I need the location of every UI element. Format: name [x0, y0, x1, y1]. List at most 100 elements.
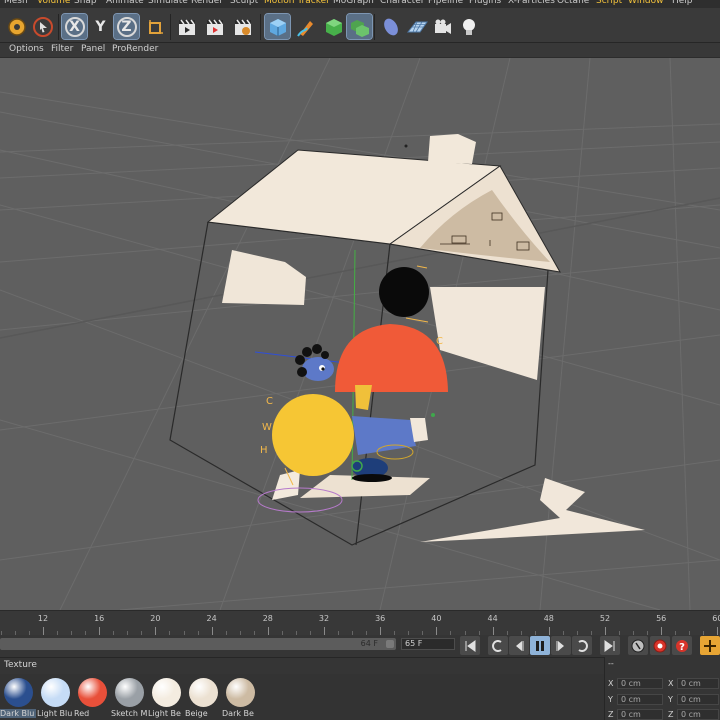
material-manager-header: Texture — [0, 657, 604, 674]
menu-item-character[interactable]: Character — [380, 0, 424, 6]
size-x-field[interactable]: 0 cm — [677, 678, 719, 689]
render-settings-button[interactable] — [230, 14, 255, 39]
menu-item-help[interactable]: Help — [672, 0, 693, 6]
floor-object-button[interactable] — [404, 14, 429, 39]
viewport-menu-panel[interactable]: Panel — [81, 44, 105, 54]
timeline-tick-label: 20 — [150, 614, 161, 623]
x-axis-lock-button[interactable]: X — [61, 13, 88, 40]
coord-x-label: X — [608, 679, 614, 688]
menu-item-sculpt[interactable]: Sculpt — [230, 0, 258, 6]
record-position-button[interactable] — [628, 636, 648, 655]
next-key-icon — [578, 639, 588, 652]
z-axis-lock-button[interactable]: Z — [113, 13, 140, 40]
menu-item-mograph[interactable]: MoGraph — [333, 0, 374, 6]
render-to-picture-viewer-button[interactable] — [202, 14, 227, 39]
go-to-end-button[interactable] — [600, 636, 620, 655]
material-preview-sphere — [115, 678, 144, 707]
subdivision-surface-button[interactable] — [321, 14, 346, 39]
clapboard-icon — [178, 19, 195, 35]
pen-tool-button[interactable] — [293, 14, 318, 39]
cube-primitive-button[interactable] — [264, 13, 291, 40]
position-z-field[interactable]: 0 cm — [617, 709, 663, 720]
frame-range-slider[interactable]: 64 F — [0, 638, 396, 650]
menu-item-mesh[interactable]: Mesh — [4, 0, 28, 6]
live-selection-tool-button[interactable] — [4, 14, 29, 39]
menu-item-octane[interactable]: Octane — [557, 0, 589, 6]
timeline-major-tick — [605, 627, 606, 635]
next-keyframe-button[interactable] — [572, 636, 592, 655]
menu-item-script[interactable]: Script — [596, 0, 622, 6]
material-swatch[interactable]: Dark Be — [222, 676, 258, 720]
transport-bar: 64 F 65 F ? — [0, 635, 720, 657]
previous-frame-button[interactable] — [509, 636, 529, 655]
keyframe-selection-button[interactable] — [700, 636, 720, 655]
timeline-tick-label: 40 — [431, 614, 442, 623]
clapboard-gear-icon — [234, 19, 251, 35]
step-back-icon — [516, 640, 524, 651]
menu-item-render[interactable]: Render — [191, 0, 223, 6]
menu-item-simulate[interactable]: Simulate — [148, 0, 188, 6]
material-preview-sphere — [152, 678, 181, 707]
coordinate-system-button[interactable] — [142, 14, 167, 39]
current-frame-field[interactable]: 65 F — [401, 638, 455, 650]
timeline-major-tick — [492, 627, 494, 635]
timeline-major-tick — [267, 627, 269, 635]
menu-item-plugins[interactable]: Plugins — [469, 0, 501, 6]
question-icon: ? — [676, 639, 688, 653]
next-frame-button[interactable] — [551, 636, 571, 655]
size-y-value: 0 cm — [681, 695, 701, 704]
menu-item-x-particles[interactable]: X-Particles — [508, 0, 555, 6]
size-y-field[interactable]: 0 cm — [677, 694, 719, 705]
menu-item-snap[interactable]: Snap — [74, 0, 97, 6]
menu-item-volume[interactable]: Volume — [37, 0, 70, 6]
viewport-menu-prorender[interactable]: ProRender — [112, 44, 158, 54]
material-swatch[interactable]: Sketch M — [111, 676, 147, 720]
position-x-field[interactable]: 0 cm — [617, 678, 663, 689]
play-pause-button[interactable] — [530, 636, 550, 655]
render-view-button[interactable] — [174, 14, 199, 39]
clapboard-play-icon — [206, 19, 223, 35]
material-menu-texture[interactable]: Texture — [4, 660, 37, 670]
deformer-button[interactable] — [378, 14, 403, 39]
timeline-tick-label: 52 — [599, 614, 611, 623]
record-active-button[interactable] — [650, 636, 670, 655]
material-swatch[interactable]: Beige — [185, 676, 221, 720]
coord-y-label: Y — [608, 695, 613, 704]
material-swatch[interactable]: Red — [74, 676, 110, 720]
red-dome — [335, 324, 448, 392]
move-tool-button[interactable] — [30, 14, 55, 39]
go-to-start-button[interactable] — [460, 636, 480, 655]
bend-icon — [383, 18, 398, 35]
step-forward-icon — [556, 640, 564, 651]
camera-button[interactable] — [430, 14, 455, 39]
material-swatch[interactable]: Light Be — [148, 676, 184, 720]
timeline-ruler[interactable]: 12 16 20 24 28 32 36 40 44 48 52 56 60 — [0, 610, 720, 635]
timeline-major-tick — [380, 627, 382, 635]
svg-text:C: C — [436, 336, 443, 347]
viewport-menu-filter[interactable]: Filter — [51, 44, 73, 54]
floor-shadow-right — [420, 478, 645, 542]
target-icon — [7, 17, 26, 36]
coord-x2-label: X — [668, 679, 674, 688]
previous-keyframe-button[interactable] — [488, 636, 508, 655]
menu-item-pipeline[interactable]: Pipeline — [428, 0, 463, 6]
material-preview-sphere — [41, 678, 70, 707]
light-button[interactable] — [456, 14, 481, 39]
material-label: Dark Be — [222, 709, 254, 718]
position-y-field[interactable]: 0 cm — [617, 694, 663, 705]
material-swatch[interactable]: Light Blu — [37, 676, 73, 720]
menu-item-animate[interactable]: Animate — [106, 0, 144, 6]
mograph-cloner-button[interactable] — [346, 13, 373, 40]
size-z-field[interactable]: 0 cm — [677, 709, 719, 720]
autokey-help-button[interactable]: ? — [672, 636, 692, 655]
timeline-tick-label: 12 — [37, 614, 49, 623]
material-swatch[interactable]: Dark Blu — [0, 676, 36, 720]
menu-item-motion-tracker[interactable]: Motion Tracker — [264, 0, 330, 6]
3d-viewport[interactable]: C W H C — [0, 58, 720, 610]
y-axis-lock-button[interactable]: Y — [88, 14, 113, 39]
cursor-icon — [32, 16, 53, 37]
viewport-menu-options[interactable]: Options — [9, 44, 44, 54]
range-handle[interactable] — [386, 640, 394, 648]
left-window — [222, 250, 306, 305]
menu-item-window[interactable]: Window — [628, 0, 664, 6]
